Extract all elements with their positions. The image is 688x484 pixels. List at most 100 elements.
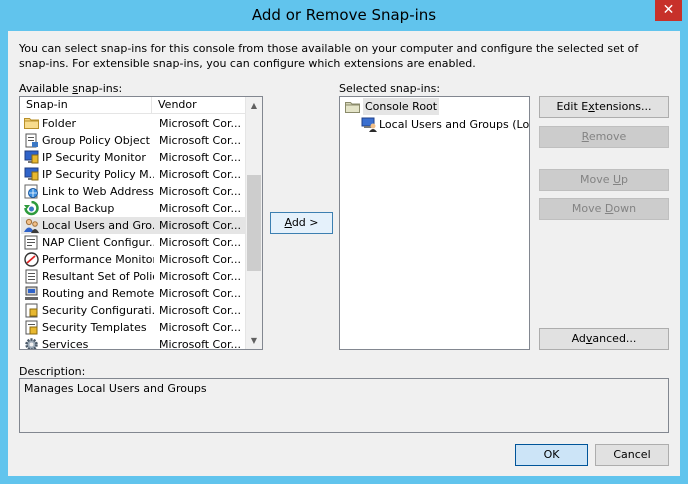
ip-security-monitor-icon (24, 150, 39, 165)
advanced-button[interactable]: Advanced... (539, 328, 669, 350)
snapin-vendor: Microsoft Cor... (159, 202, 241, 215)
ip-security-policy-icon (24, 167, 39, 182)
vertical-scrollbar[interactable]: ▲ ▼ (245, 97, 262, 349)
ok-button[interactable]: OK (515, 444, 588, 466)
button-label: anced... (592, 332, 637, 345)
nap-client-icon (24, 235, 39, 250)
close-button[interactable]: ✕ (655, 0, 682, 21)
snapin-name: Resultant Set of Policy (42, 270, 154, 283)
button-label: own (613, 202, 637, 215)
users-icon (24, 218, 39, 233)
add-button[interactable]: Add > (270, 212, 333, 234)
button-accelerator: A (284, 216, 292, 229)
selected-snapins-tree[interactable]: Console Root Local Users and Groups (Loc… (339, 96, 530, 350)
snapin-row[interactable]: Routing and Remote... Microsoft Cor... (21, 285, 245, 302)
title-bar[interactable]: Add or Remove Snap-ins ✕ (0, 0, 688, 30)
button-label: p (621, 173, 629, 186)
snapin-name: Routing and Remote... (42, 287, 154, 300)
folder-icon (345, 100, 360, 113)
services-gear-icon (24, 337, 39, 349)
snapin-row[interactable]: Services Microsoft Cor... (21, 336, 245, 350)
snapin-vendor: Microsoft Cor... (159, 168, 241, 181)
group-policy-icon (24, 133, 39, 148)
snapin-row[interactable]: Folder Microsoft Cor... (21, 115, 245, 132)
button-label: emove (588, 130, 627, 143)
column-header-snapin[interactable]: Snap-in (20, 97, 152, 114)
snapin-name: Folder (42, 117, 76, 130)
snapin-name: Link to Web Address (42, 185, 154, 198)
tree-item-label: Local Users and Groups (Local) (379, 118, 530, 131)
column-header-vendor[interactable]: Vendor (152, 97, 246, 114)
button-label: dd > (291, 216, 319, 229)
button-label: tensions... (594, 100, 652, 113)
dialog-client-area: You can select snap-ins for this console… (8, 31, 680, 476)
snapin-vendor: Microsoft Cor... (159, 304, 241, 317)
scrollbar-thumb[interactable] (247, 175, 261, 271)
snapin-row[interactable]: IP Security Monitor Microsoft Cor... (21, 149, 245, 166)
snapin-row[interactable]: Link to Web Address Microsoft Cor... (21, 183, 245, 200)
description-text: Manages Local Users and Groups (24, 382, 207, 395)
intro-text: You can select snap-ins for this console… (19, 42, 639, 70)
label-part: nap-ins: (78, 82, 123, 95)
snapin-name: NAP Client Configur... (42, 236, 154, 249)
cancel-button[interactable]: Cancel (595, 444, 669, 466)
routing-icon (24, 286, 39, 301)
snapin-vendor: Microsoft Cor... (159, 236, 241, 249)
label-part: Available (19, 82, 73, 95)
snapin-row[interactable]: Resultant Set of Policy Microsoft Cor... (21, 268, 245, 285)
scroll-up-arrow[interactable]: ▲ (246, 97, 262, 114)
snapin-row[interactable]: Performance Monitor Microsoft Cor... (21, 251, 245, 268)
button-label: Ad (571, 332, 586, 345)
folder-icon (24, 116, 39, 131)
button-label: Move (579, 173, 613, 186)
snapin-vendor: Microsoft Cor... (159, 219, 241, 232)
snapin-row[interactable]: Local Backup Microsoft Cor... (21, 200, 245, 217)
snapin-name: IP Security Policy M... (42, 168, 154, 181)
available-snapins-list[interactable]: Snap-in Vendor Folder Microsoft Cor... Gro… (19, 96, 263, 350)
snapin-name: Security Configurati... (42, 304, 154, 317)
snapin-name: IP Security Monitor (42, 151, 146, 164)
move-down-button[interactable]: Move Down (539, 198, 669, 220)
scroll-down-arrow[interactable]: ▼ (246, 332, 262, 349)
snapin-row[interactable]: IP Security Policy M... Microsoft Cor... (21, 166, 245, 183)
web-link-icon (24, 184, 39, 199)
snapin-vendor: Microsoft Cor... (159, 270, 241, 283)
snapin-vendor: Microsoft Cor... (159, 185, 241, 198)
snapin-vendor: Microsoft Cor... (159, 151, 241, 164)
security-templates-icon (24, 320, 39, 335)
backup-icon (24, 201, 39, 216)
button-label: Move (571, 202, 605, 215)
snapin-row[interactable]: Security Configurati... Microsoft Cor... (21, 302, 245, 319)
move-up-button[interactable]: Move Up (539, 169, 669, 191)
window-title: Add or Remove Snap-ins (251, 6, 437, 24)
performance-monitor-icon (24, 252, 39, 267)
button-label: Edit E (556, 100, 589, 113)
snapin-vendor: Microsoft Cor... (159, 117, 241, 130)
resultant-policy-icon (24, 269, 39, 284)
snapin-name: Local Backup (42, 202, 115, 215)
close-icon: ✕ (662, 2, 675, 18)
snapin-row[interactable]: Group Policy Object ... Microsoft Cor... (21, 132, 245, 149)
security-config-icon (24, 303, 39, 318)
selected-snapins-label: Selected snap-ins: (339, 82, 441, 95)
snapin-vendor: Microsoft Cor... (159, 287, 241, 300)
button-accelerator: U (612, 173, 622, 186)
available-snapins-label: Available snap-ins: (19, 82, 122, 95)
snapin-vendor: Microsoft Cor... (159, 134, 241, 147)
snapin-row[interactable]: Local Users and Gro... Microsoft Cor... (21, 217, 245, 234)
snapin-row[interactable]: NAP Client Configur... Microsoft Cor... (21, 234, 245, 251)
remove-button[interactable]: Remove (539, 126, 669, 148)
description-box: Manages Local Users and Groups (19, 378, 669, 433)
edit-extensions-button[interactable]: Edit Extensions... (539, 96, 669, 118)
snapin-vendor: Microsoft Cor... (159, 338, 241, 350)
snapin-name: Local Users and Gro... (42, 219, 154, 232)
snapin-name: Performance Monitor (42, 253, 154, 266)
button-accelerator: R (581, 130, 589, 143)
snapin-vendor: Microsoft Cor... (159, 253, 241, 266)
tree-item-label: Console Root (363, 98, 440, 115)
dialog-window: Add or Remove Snap-ins ✕ You can select … (0, 0, 688, 484)
snapin-name: Security Templates (42, 321, 147, 334)
snapin-vendor: Microsoft Cor... (159, 321, 241, 334)
snapin-row[interactable]: Security Templates Microsoft Cor... (21, 319, 245, 336)
snapin-name: Group Policy Object ... (42, 134, 154, 147)
